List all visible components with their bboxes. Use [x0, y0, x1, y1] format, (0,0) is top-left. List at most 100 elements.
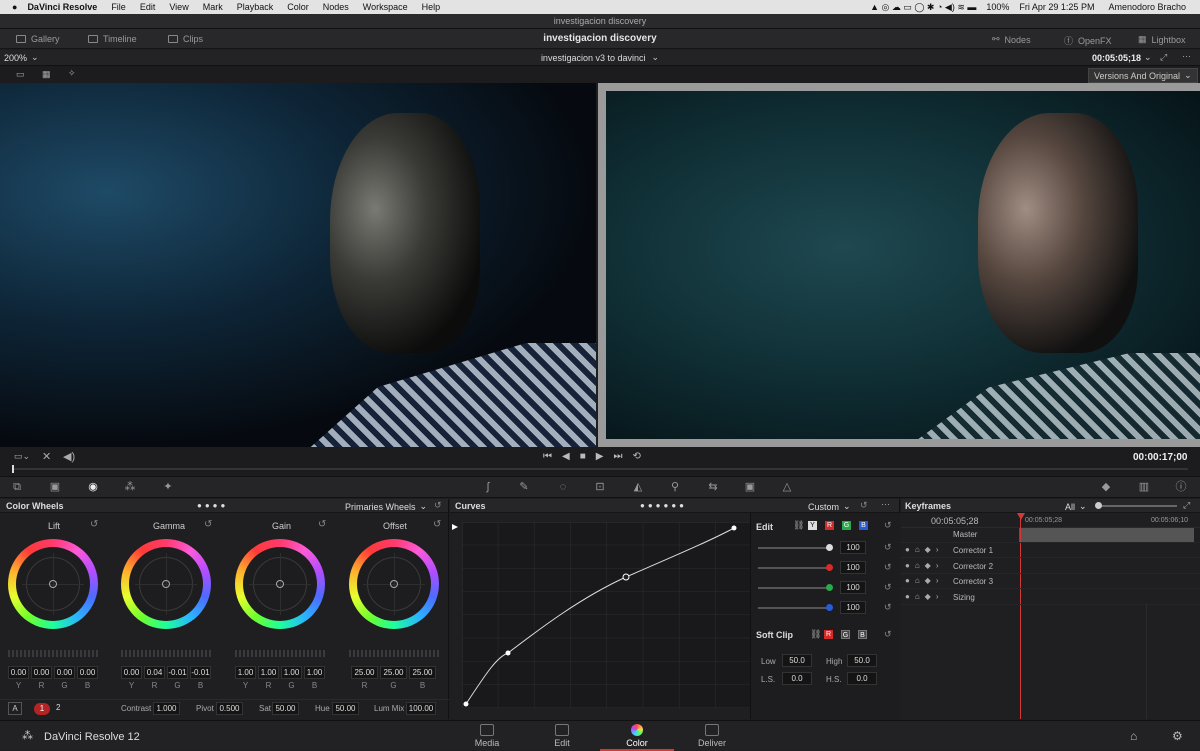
y-intensity-field[interactable]: 100	[840, 541, 866, 554]
zoom-slider-knob[interactable]	[1095, 502, 1102, 509]
window-icon[interactable]: ◌	[556, 481, 570, 493]
versions-dropdown[interactable]: Versions And Original ⌄	[1088, 68, 1198, 83]
bypass-icon[interactable]: ✕	[42, 450, 51, 463]
gallery-button[interactable]: Gallery	[16, 34, 60, 44]
lift-puck[interactable]	[49, 580, 57, 588]
status-icons[interactable]: ▲ ◎ ☁ ▭ ◯ ✱ ◔ ◀) ≋ ▬	[870, 2, 976, 13]
scopes-icon[interactable]: ▥	[1137, 481, 1151, 493]
sizing-icon[interactable]: ⇆	[706, 481, 720, 493]
curves-icon[interactable]: ∫	[481, 481, 495, 493]
offset-r[interactable]: 25.00	[351, 666, 378, 679]
clock[interactable]: Fri Apr 29 1:25 PM	[1019, 2, 1094, 12]
keyframe-row-corrector-2[interactable]: ●⌂◆› Corrector 2	[901, 559, 1200, 574]
gain-r[interactable]: 1.00	[258, 666, 279, 679]
gain-master-wheel[interactable]	[235, 650, 325, 657]
ls-field[interactable]: 0.0	[782, 672, 812, 685]
lift-b[interactable]: 0.00	[77, 666, 98, 679]
gamma-r[interactable]: 0.04	[144, 666, 165, 679]
r-slider-track[interactable]	[758, 567, 830, 569]
curves-mode-dropdown[interactable]: Custom ⌄	[808, 501, 851, 512]
apple-icon[interactable]: ●	[12, 2, 17, 12]
link-icon[interactable]: ⛓	[793, 520, 804, 531]
speaker-icon[interactable]: ◀)	[63, 450, 75, 463]
menu-edit[interactable]: Edit	[140, 2, 156, 12]
reset-all-icon[interactable]: ↺	[860, 500, 868, 511]
playhead[interactable]	[12, 465, 14, 473]
gain-reset-icon[interactable]: ↺	[318, 519, 326, 530]
reverse-play-icon[interactable]: ◀	[562, 451, 570, 462]
page-dots[interactable]: ●●●●	[197, 501, 228, 510]
softclip-b[interactable]: B	[858, 630, 867, 639]
timeline-name[interactable]: investigacion v3 to davinci	[541, 53, 646, 63]
user-name[interactable]: Amenodoro Bracho	[1108, 2, 1186, 12]
pivot-field[interactable]: 0.500	[216, 702, 243, 715]
gain-g[interactable]: 1.00	[281, 666, 302, 679]
menu-nodes[interactable]: Nodes	[323, 2, 349, 12]
y-slider-knob[interactable]	[826, 544, 833, 551]
softclip-r[interactable]: R	[824, 630, 833, 639]
stop-icon[interactable]: ■	[580, 451, 586, 462]
row-icons[interactable]: ●⌂◆›	[905, 592, 943, 601]
color-picker-icon[interactable]: ◆	[1099, 481, 1113, 493]
gain-puck[interactable]	[276, 580, 284, 588]
menu-file[interactable]: File	[111, 2, 126, 12]
channel-r[interactable]: R	[825, 521, 834, 530]
more-options-icon[interactable]: ···	[881, 499, 890, 509]
color-match-icon[interactable]: ▣	[48, 481, 62, 493]
hue-field[interactable]: 50.00	[332, 702, 359, 715]
wheels-mode-dropdown[interactable]: Primaries Wheels ⌄	[345, 501, 427, 512]
camera-raw-icon[interactable]: ⧉	[10, 481, 24, 493]
gain-y[interactable]: 1.00	[235, 666, 256, 679]
keyframe-row-corrector-3[interactable]: ●⌂◆› Corrector 3	[901, 574, 1200, 589]
home-icon[interactable]: ⌂	[1130, 729, 1137, 743]
softclip-reset-icon[interactable]: ↺	[884, 629, 892, 640]
g-intensity-field[interactable]: 100	[840, 581, 866, 594]
offset-reset-icon[interactable]: ↺	[433, 519, 441, 530]
row-icons[interactable]: ●⌂◆›	[905, 561, 943, 570]
keyframe-row-sizing[interactable]: ●⌂◆› Sizing	[901, 590, 1200, 605]
gain-wheel[interactable]	[235, 539, 325, 629]
auto-balance-button[interactable]: A	[8, 702, 22, 715]
r-slider-knob[interactable]	[826, 564, 833, 571]
b-reset-icon[interactable]: ↺	[884, 602, 892, 613]
fullscreen-icon[interactable]: ⤢	[1160, 52, 1167, 63]
sat-field[interactable]: 50.00	[272, 702, 299, 715]
offset-b[interactable]: 25.00	[409, 666, 436, 679]
viewer-original[interactable]	[0, 83, 596, 447]
color-page-button[interactable]: Color	[600, 721, 674, 751]
gamma-wheel[interactable]	[121, 539, 211, 629]
contrast-field[interactable]: 1.000	[153, 702, 180, 715]
zoom-dropdown[interactable]: 200% ⌄	[4, 52, 39, 63]
menu-help[interactable]: Help	[422, 2, 441, 12]
g-reset-icon[interactable]: ↺	[884, 582, 892, 593]
page-dots[interactable]: ●●●●●●	[640, 501, 687, 510]
gamma-y[interactable]: 0.00	[121, 666, 142, 679]
qualifier-icon[interactable]: ✎	[517, 481, 531, 493]
offset-puck[interactable]	[390, 580, 398, 588]
r-intensity-field[interactable]: 100	[840, 561, 866, 574]
keyframe-row-corrector-1[interactable]: ●⌂◆› Corrector 1	[901, 543, 1200, 558]
row-icons[interactable]: ●⌂◆›	[905, 545, 943, 554]
tracking-icon[interactable]: △	[780, 481, 794, 493]
gamma-puck[interactable]	[162, 580, 170, 588]
channel-g[interactable]: G	[842, 521, 851, 530]
rgb-mixer-icon[interactable]: ⁂	[123, 481, 137, 493]
edit-page-button[interactable]: Edit	[525, 721, 599, 751]
gamma-g[interactable]: -0.01	[167, 666, 188, 679]
keyframes-filter-dropdown[interactable]: All ⌄	[1065, 501, 1087, 512]
menu-view[interactable]: View	[169, 2, 188, 12]
offset-wheel[interactable]	[349, 539, 439, 629]
r-reset-icon[interactable]: ↺	[884, 562, 892, 573]
g-slider-track[interactable]	[758, 587, 830, 589]
clips-button[interactable]: Clips	[168, 34, 203, 44]
menu-workspace[interactable]: Workspace	[363, 2, 408, 12]
blur-icon[interactable]: ◭	[631, 481, 645, 493]
key-icon[interactable]: ⚲	[668, 481, 682, 493]
playhead-handle-icon[interactable]	[1017, 513, 1025, 520]
keyframe-row-master[interactable]: Master	[901, 528, 1200, 543]
openfx-button[interactable]: ⓕ OpenFX	[1064, 34, 1112, 47]
offset-master-wheel[interactable]	[349, 650, 439, 657]
menu-mark[interactable]: Mark	[203, 2, 223, 12]
page-2-button[interactable]: 2	[56, 703, 60, 712]
lift-master-wheel[interactable]	[8, 650, 98, 657]
